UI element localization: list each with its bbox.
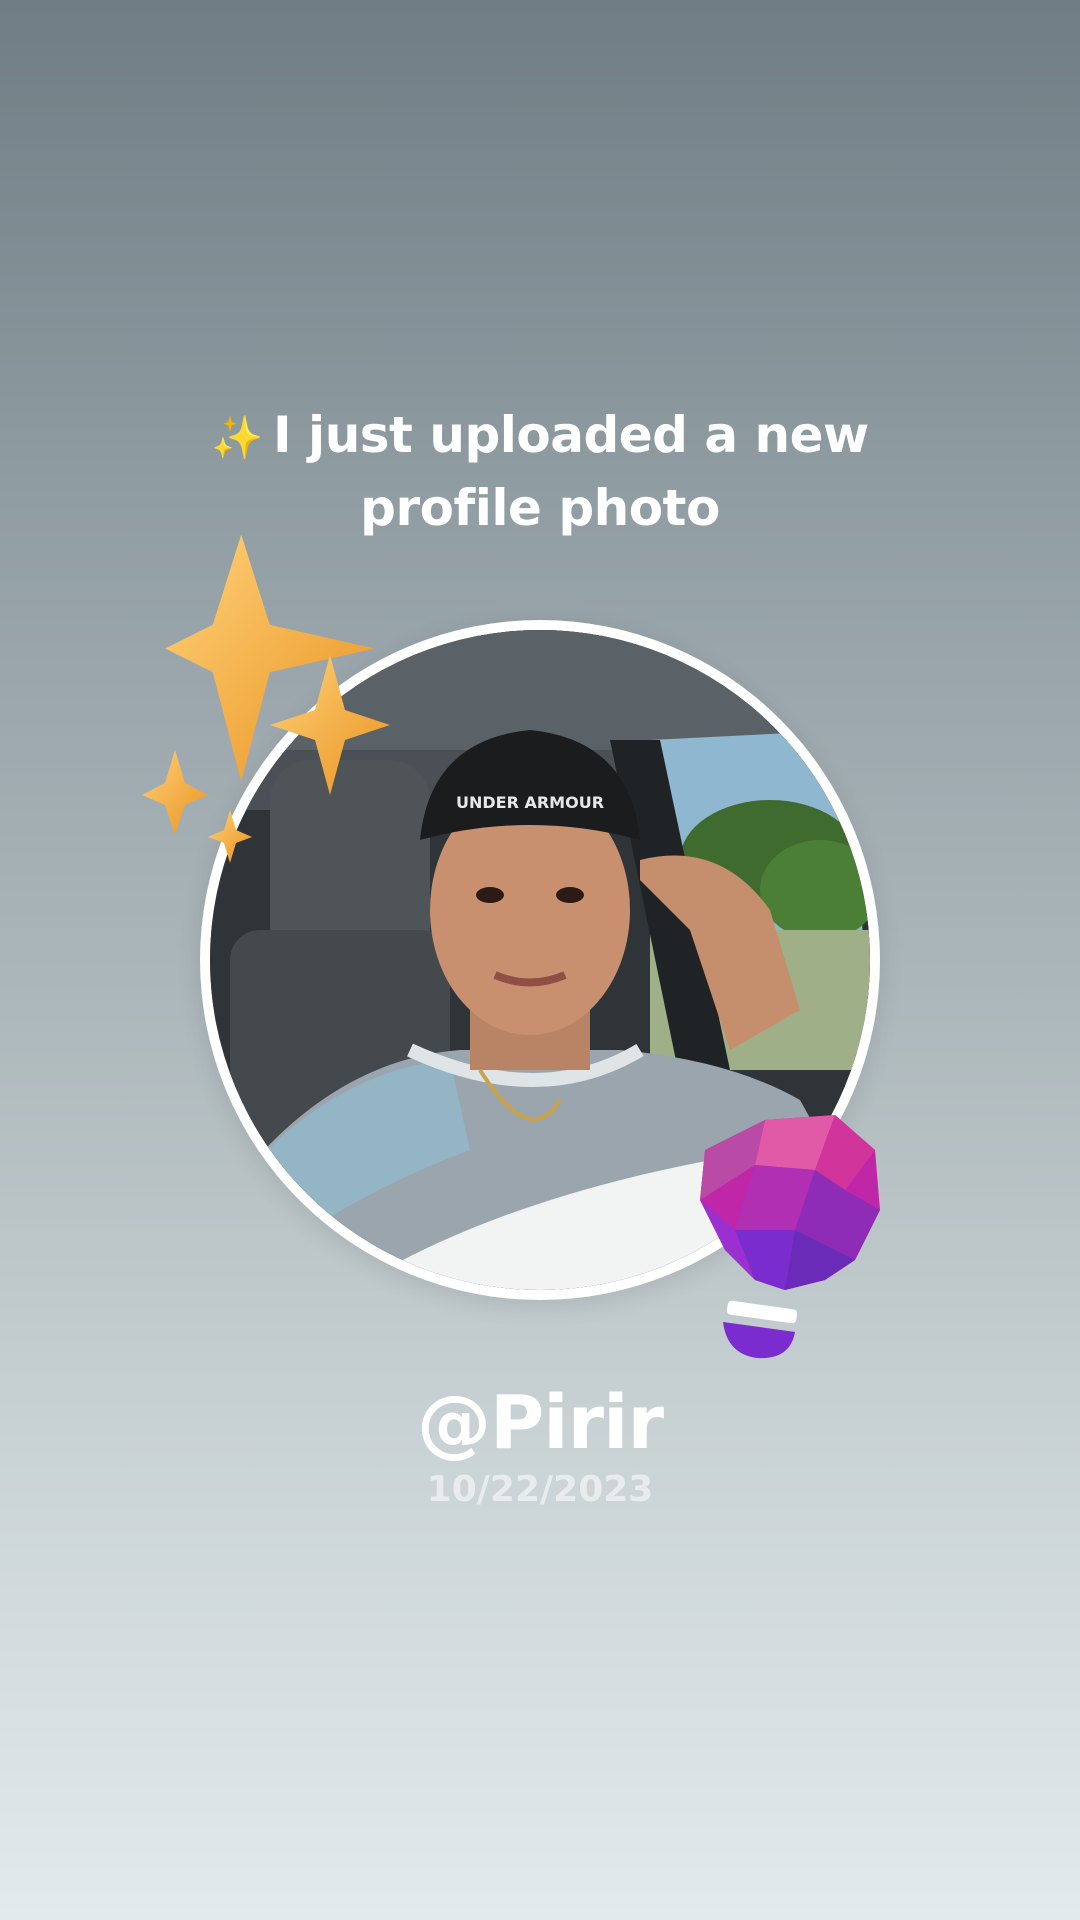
post-date: 10/22/2023 <box>426 1469 654 1510</box>
gold-stars-sticker <box>142 534 390 863</box>
username[interactable]: @Pirir <box>240 1378 840 1468</box>
cap-logo-text: UNDER ARMOUR <box>456 793 604 812</box>
sparkles-icon: ✨ <box>211 413 264 462</box>
purple-lightbulb-sticker <box>700 1115 880 1359</box>
star-small-icon <box>142 750 208 835</box>
headline-text: I just uploaded a new profile photo <box>273 406 869 537</box>
star-tiny-icon <box>208 810 252 863</box>
star-medium-icon <box>270 655 390 795</box>
headline: ✨ I just uploaded a new profile photo <box>140 400 940 543</box>
